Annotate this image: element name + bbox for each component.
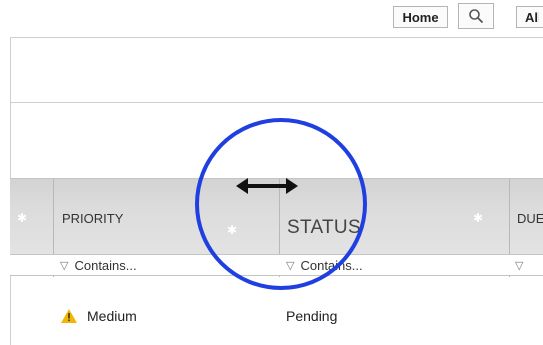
- column-header-priority[interactable]: PRIORITY: [62, 211, 123, 226]
- status-settings-gear-icon[interactable]: ✱: [472, 212, 484, 224]
- panel-divider: [10, 102, 543, 103]
- home-button-label: Home: [402, 9, 439, 25]
- priority-value: Medium: [87, 308, 137, 324]
- cell-priority[interactable]: Medium: [61, 308, 137, 324]
- toolbar: Home All: [10, 0, 543, 38]
- status-value: Pending: [286, 308, 338, 324]
- filter-funnel-icon[interactable]: ▽: [515, 259, 523, 272]
- filter-funnel-icon[interactable]: ▽: [60, 259, 68, 272]
- grid-left-border: [10, 276, 11, 345]
- warning-icon: [61, 309, 77, 323]
- column-settings-gear-icon[interactable]: ✱: [16, 212, 28, 224]
- search-icon: [469, 9, 484, 24]
- highlight-circle: [195, 118, 367, 290]
- all-dropdown[interactable]: All: [516, 6, 543, 28]
- cell-status[interactable]: Pending: [286, 308, 337, 324]
- column-header-due[interactable]: DUE: [517, 211, 543, 226]
- home-button[interactable]: Home: [393, 6, 448, 28]
- filter-priority-placeholder: Contains...: [74, 257, 137, 273]
- filter-due[interactable]: ▽: [515, 255, 543, 275]
- search-button[interactable]: [458, 3, 494, 29]
- all-dropdown-label: All: [525, 9, 539, 25]
